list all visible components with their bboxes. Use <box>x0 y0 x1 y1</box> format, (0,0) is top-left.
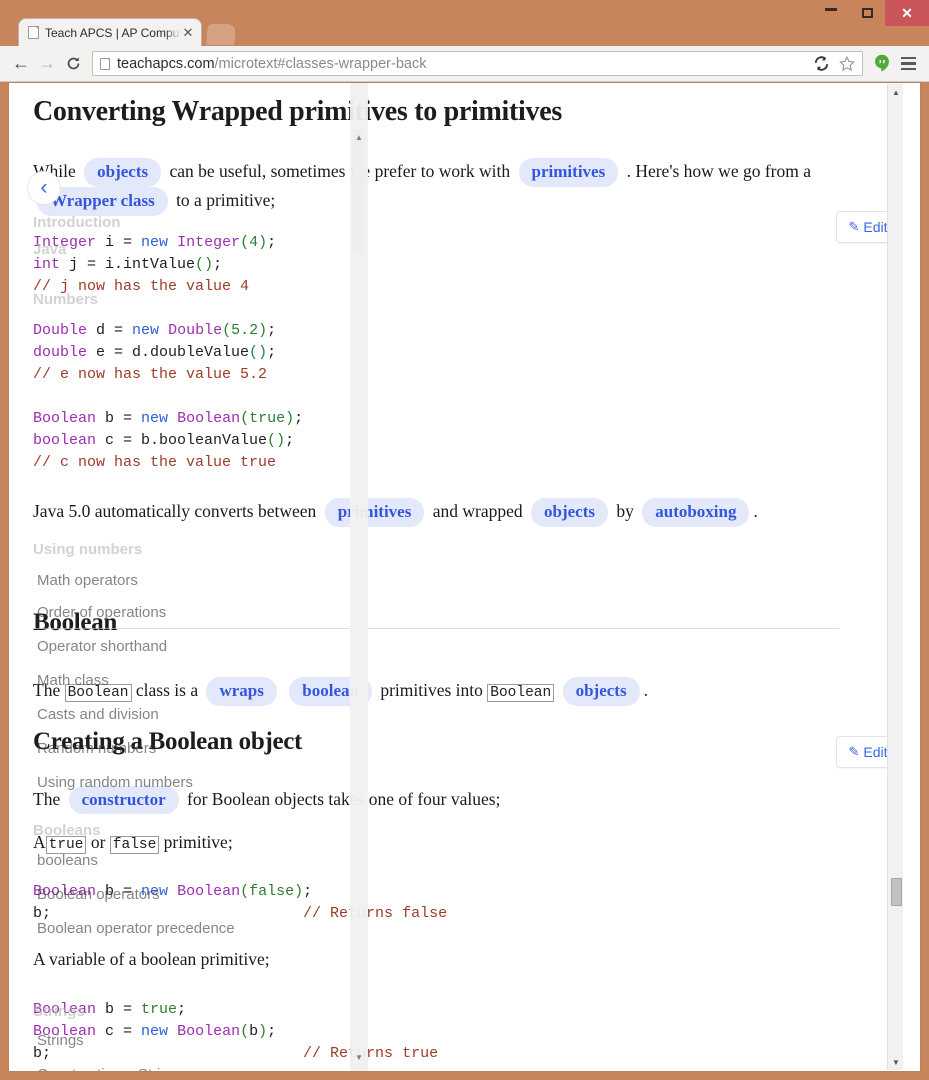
maximize-icon <box>861 8 873 18</box>
intro-paragraph: While objects can be useful, sometimes w… <box>33 157 847 216</box>
sidebar-scrollbar[interactable]: ▲ ▼ <box>350 83 368 1071</box>
autobox-text-b: and wrapped <box>432 500 523 521</box>
new-tab-button[interactable] <box>205 23 237 46</box>
tf-text-c: primitive; <box>163 832 233 853</box>
web-page: Converting Wrapped primitives to primiti… <box>9 83 904 1071</box>
autobox-text-a: Java 5.0 automatically converts between <box>33 500 317 521</box>
code-block-conversions: Integer i = new Integer(4); int j = i.in… <box>33 233 304 471</box>
back-navigation-button[interactable]: ‹ <box>27 171 61 205</box>
constructor-paragraph: The constructor for Boolean objects take… <box>33 785 847 815</box>
back-button[interactable]: ← <box>8 51 34 77</box>
variable-paragraph: A variable of a boolean primitive; <box>33 949 270 970</box>
pencil-icon: ✎ <box>848 219 860 234</box>
pill-objects-3[interactable]: objects <box>562 676 640 706</box>
tf-text-a: A <box>33 832 46 853</box>
inline-code-false: false <box>109 836 160 855</box>
page-scroll-down-arrow[interactable]: ▼ <box>888 1054 904 1070</box>
page-scroll-up-arrow[interactable]: ▲ <box>888 84 904 100</box>
pill-autoboxing[interactable]: autoboxing <box>642 497 750 527</box>
page-title: Converting Wrapped primitives to primiti… <box>33 96 562 127</box>
browser-toolbar: ← → teachapcs.com/microtext#classes-wrap… <box>0 46 929 82</box>
tab-title: Teach APCS | AP Computer Science <box>45 25 181 40</box>
page-scrollbar[interactable]: ▲ ▼ <box>887 84 903 1070</box>
sidebar-scroll-up-arrow[interactable]: ▲ <box>350 129 368 145</box>
forward-button[interactable]: → <box>34 51 60 77</box>
tab-close-icon[interactable]: ✕ <box>181 25 195 41</box>
heading-boolean: Boolean <box>33 608 118 636</box>
pill-constructor[interactable]: constructor <box>68 785 179 815</box>
code-block-boolean-true: Boolean b = true; Boolean c = new Boolea… <box>33 1000 439 1062</box>
hamburger-menu-icon[interactable] <box>895 51 921 77</box>
inline-code-boolean-2: Boolean <box>487 683 555 702</box>
tab-page-icon <box>28 26 39 39</box>
autobox-text-c: by <box>616 500 634 521</box>
pill-primitives-2[interactable]: primitives <box>324 497 425 527</box>
bool-text-c: primitives into <box>380 679 483 700</box>
intro-text-b: can be useful, sometimes we prefer to wo… <box>169 160 511 181</box>
bool-text-d: . <box>643 679 648 700</box>
url-text: teachapcs.com/microtext#classes-wrapper-… <box>117 56 426 72</box>
heading-creating-boolean-object: Creating a Boolean object <box>33 727 303 755</box>
sidebar-scroll-down-arrow[interactable]: ▼ <box>350 1049 368 1065</box>
inline-code-boolean-1: Boolean <box>64 683 132 702</box>
pill-objects[interactable]: objects <box>84 157 162 187</box>
tab-strip: Teach APCS | AP Computer Science ✕ <box>0 18 929 46</box>
reload-icon <box>67 57 79 70</box>
edit-button-label: Edit <box>863 219 888 235</box>
boolean-definition: The Boolean class is a wraps boolean pri… <box>33 676 847 706</box>
pill-wraps[interactable]: wraps <box>206 676 277 706</box>
article-content: Converting Wrapped primitives to primiti… <box>9 83 887 1071</box>
browser-tab[interactable]: Teach APCS | AP Computer Science ✕ <box>18 18 202 46</box>
reload-button[interactable] <box>60 51 86 77</box>
url-path: /microtext#classes-wrapper-back <box>214 55 427 72</box>
page-viewport: Converting Wrapped primitives to primiti… <box>8 82 921 1072</box>
bool-text-a: The <box>33 679 61 700</box>
intro-text-c: . Here's how we go from a <box>626 160 811 181</box>
autobox-text-d: . <box>753 500 758 521</box>
pill-primitives[interactable]: primitives <box>518 157 619 187</box>
page-scrollbar-thumb[interactable] <box>891 878 902 906</box>
chevron-left-icon: ‹ <box>40 176 48 199</box>
pencil-icon: ✎ <box>848 744 860 759</box>
sync-icon[interactable] <box>808 51 834 77</box>
ctor-text-a: The <box>33 788 61 809</box>
edit-button-label: Edit <box>863 744 888 760</box>
url-domain: teachapcs.com <box>117 55 215 72</box>
hangouts-icon[interactable] <box>869 51 895 77</box>
true-false-paragraph: Atrue or false primitive; <box>33 831 847 856</box>
code-block-boolean-false: Boolean b = new Boolean(false); b; // Re… <box>33 883 448 923</box>
autoboxing-paragraph: Java 5.0 automatically converts between … <box>33 497 847 527</box>
intro-text-d: to a primitive; <box>176 189 276 210</box>
bool-text-b: class is a <box>135 679 199 700</box>
address-bar[interactable]: teachapcs.com/microtext#classes-wrapper-… <box>92 51 810 76</box>
tf-text-b: or <box>90 832 106 853</box>
page-info-icon <box>100 57 110 70</box>
ctor-text-b: for Boolean objects takes one of four va… <box>187 788 501 809</box>
pill-objects-2[interactable]: objects <box>531 497 608 527</box>
inline-code-true: true <box>45 836 87 855</box>
omnibox-actions <box>808 51 863 76</box>
browser-window: ✕ Teach APCS | AP Computer Science ✕ ← →… <box>0 0 929 1080</box>
bookmark-star-icon[interactable] <box>834 51 860 77</box>
